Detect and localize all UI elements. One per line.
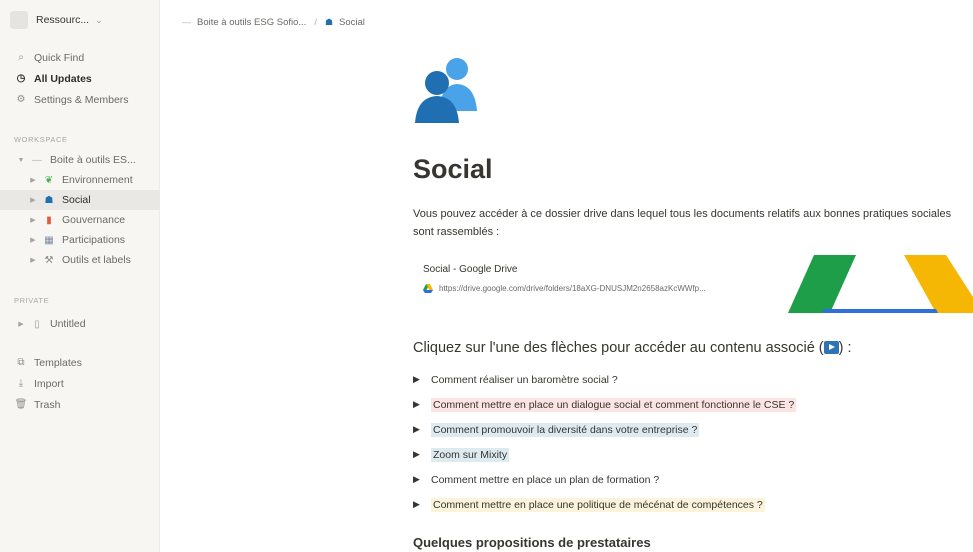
chart-icon: ▦ [44,234,54,246]
caret-right-icon[interactable]: ▶ [413,374,431,385]
download-icon: ⤓ [18,378,24,389]
google-drive-logo [786,255,973,313]
caret-right-icon[interactable]: ▶ [28,256,38,264]
toggle-item[interactable]: ▶ Comment mettre en place un dialogue so… [413,392,973,417]
private-tree: ▶ ▯ Untitled [0,314,160,334]
tree-item-label: Outils et labels [62,254,131,266]
plant-icon: ❦ [44,174,54,186]
import-label: Import [34,377,64,390]
caret-right-icon[interactable]: ▶ [413,424,431,435]
gear-icon: ⚙ [16,94,26,105]
tree-item-untitled[interactable]: ▶ ▯ Untitled [0,314,160,334]
page-icon: ― [182,17,191,27]
toggle-item[interactable]: ▶ Zoom sur Mixity [413,442,973,467]
play-icon [823,341,839,354]
drive-bookmark[interactable]: Social - Google Drive https://drive.goog… [413,255,973,313]
quick-find-label: Quick Find [34,51,85,64]
tree-item-participations[interactable]: ▶ ▦ Participations [0,230,160,250]
tools-icon: ⚒ [44,254,54,266]
tree-item-boite-a-outils[interactable]: ▼ ― Boite à outils ES... [0,150,160,170]
tree-item-label: Boite à outils ES... [50,154,136,166]
breadcrumb-label: Social [339,16,365,28]
all-updates-label: All Updates [34,72,92,85]
sidebar: Ressourc... ⌄ ⌕ Quick Find ◷ All Updates… [0,0,160,552]
templates-button[interactable]: ⧉ Templates [0,352,160,373]
toggle-label: Comment mettre en place un plan de forma… [431,473,660,486]
trash-icon: 🗑 [14,399,28,410]
heading-text: Cliquez sur l'une des flèches pour accéd… [413,340,824,356]
section-heading-providers: Quelques propositions de prestataires [413,535,651,550]
people-icon: ☗ [324,16,334,27]
breadcrumb-social[interactable]: ☗ Social [325,17,365,28]
tree-item-gouvernance[interactable]: ▶ ▮ Gouvernance [0,210,160,230]
toggle-label: Comment mettre en place un dialogue soci… [431,397,797,412]
caret-down-icon[interactable]: ▼ [16,157,26,164]
chevron-down-icon: ⌄ [95,14,103,25]
page-icon: ▯ [34,318,40,330]
workspace-name: Ressourc... [36,14,90,26]
topbar: ― Boite à outils ESG Sofio... / ☗ Social [160,0,973,44]
page-description: Vous pouvez accéder à ce dossier drive d… [413,208,952,238]
caret-right-icon[interactable]: ▶ [28,196,38,204]
tree-item-label: Participations [62,234,126,246]
import-button[interactable]: ⤓ Import [0,373,160,394]
page-title[interactable]: Social [413,154,493,185]
breadcrumb-label: Boite à outils ESG Sofio... [197,16,307,28]
people-icon: ☗ [44,194,54,206]
workspace-section-label: WORKSPACE [14,135,68,144]
toggle-label: Comment mettre en place une politique de… [431,497,765,512]
tree-item-label: Environnement [62,174,133,186]
caret-right-icon[interactable]: ▶ [28,236,38,244]
tree-item-social[interactable]: ▶ ☗ Social [0,190,160,210]
bookmark-url-text: https://drive.google.com/drive/folders/1… [439,284,706,293]
caret-right-icon[interactable]: ▶ [28,216,38,224]
toggle-list: ▶ Comment réaliser un baromètre social ?… [413,367,973,517]
trash-label: Trash [34,398,61,411]
tree-item-label: Social [62,194,91,206]
caret-right-icon[interactable]: ▶ [413,499,431,510]
clock-icon: ◷ [16,73,26,84]
toggle-label: Comment promouvoir la diversité dans vot… [431,422,700,437]
tree-item-environnement[interactable]: ▶ ❦ Environnement [0,170,160,190]
section-heading-arrows: Cliquez sur l'une des flèches pour accéd… [413,340,852,356]
breadcrumb-separator: / [314,16,317,28]
settings-button[interactable]: ⚙ Settings & Members [0,89,160,110]
page-tree: ▼ ― Boite à outils ES... ▶ ❦ Environneme… [0,150,160,270]
tree-item-label: Untitled [50,318,86,330]
google-drive-icon [423,284,433,293]
toggle-label: Comment réaliser un baromètre social ? [431,373,618,386]
sidebar-bottom: ⧉ Templates ⤓ Import 🗑 Trash [0,352,160,415]
private-section-label: PRIVATE [14,296,50,305]
heading-text-end: ) : [838,340,852,356]
toggle-item[interactable]: ▶ Comment mettre en place une politique … [413,492,973,517]
caret-right-icon[interactable]: ▶ [16,320,26,328]
people-icon[interactable] [413,55,485,123]
toggle-item[interactable]: ▶ Comment promouvoir la diversité dans v… [413,417,973,442]
sidebar-nav: ⌕ Quick Find ◷ All Updates ⚙ Settings & … [0,47,160,110]
caret-right-icon[interactable]: ▶ [413,449,431,460]
page-icon: ― [32,154,42,166]
quick-find-button[interactable]: ⌕ Quick Find [0,47,160,68]
toggle-label: Zoom sur Mixity [431,447,510,462]
bookmark-title: Social - Google Drive [423,264,518,275]
templates-label: Templates [34,356,82,369]
toggle-item[interactable]: ▶ Comment réaliser un baromètre social ? [413,367,973,392]
search-icon: ⌕ [18,52,24,63]
caret-right-icon[interactable]: ▶ [413,474,431,485]
trash-button[interactable]: 🗑 Trash [0,394,160,415]
caret-right-icon[interactable]: ▶ [413,399,431,410]
tree-item-outils-et-labels[interactable]: ▶ ⚒ Outils et labels [0,250,160,270]
tree-item-label: Gouvernance [62,214,126,226]
settings-label: Settings & Members [34,93,129,106]
toggle-item[interactable]: ▶ Comment mettre en place un plan de for… [413,467,973,492]
bookmark-url: https://drive.google.com/drive/folders/1… [423,284,706,293]
workspace-avatar [10,11,28,29]
workspace-switcher[interactable]: Ressourc... ⌄ [10,8,150,32]
building-icon: ▮ [46,214,52,226]
breadcrumb-workspace[interactable]: ― Boite à outils ESG Sofio... [182,17,306,28]
templates-icon: ⧉ [17,357,25,368]
caret-right-icon[interactable]: ▶ [28,176,38,184]
all-updates-button[interactable]: ◷ All Updates [0,68,160,89]
